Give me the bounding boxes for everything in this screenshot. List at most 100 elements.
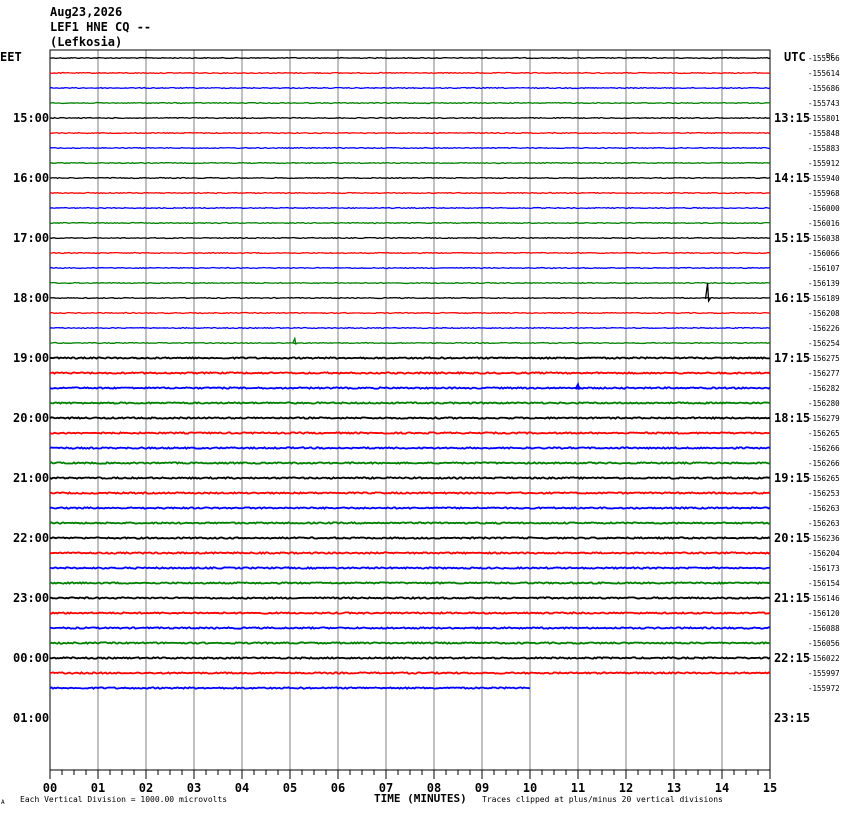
trace-offset-label: -155848 (808, 129, 840, 138)
right-hour-label: 23:15 (774, 711, 810, 725)
trace-offset-label: -156263 (808, 504, 840, 513)
trace-line (49, 476, 771, 480)
trace-offset-label: -156056 (808, 639, 840, 648)
trace-offset-label: -156204 (808, 549, 840, 558)
left-hour-label: 20:00 (13, 411, 49, 425)
x-tick-label: 04 (235, 781, 249, 795)
trace-offset-label: -156279 (808, 414, 840, 423)
trace-offset-label: -156208 (808, 309, 840, 318)
left-hour-label: 23:00 (13, 591, 49, 605)
trace-line (49, 611, 771, 615)
right-hour-label: 22:15 (774, 651, 810, 665)
right-hour-label: 13:15 (774, 111, 810, 125)
trace-offset-label: -156146 (808, 594, 840, 603)
trace-line (49, 206, 771, 210)
trace-offset-label: -156263 (808, 519, 840, 528)
trace-line (49, 146, 771, 150)
trace-line (49, 326, 771, 330)
right-hour-label: 18:15 (774, 411, 810, 425)
left-hour-label: 18:00 (13, 291, 49, 305)
trace-line (49, 236, 771, 240)
plot-frame (49, 49, 771, 771)
header-location: (Lefkosia) (50, 35, 122, 49)
trace-offset-label: -155912 (808, 159, 840, 168)
trace-line (49, 221, 771, 225)
trace-line (49, 336, 771, 345)
left-hour-label: 19:00 (13, 351, 49, 365)
trace-line (49, 311, 771, 315)
trace-line (49, 161, 771, 165)
footer-clip-note: Traces clipped at plus/minus 20 vertical… (482, 795, 723, 804)
trace-line (49, 282, 771, 303)
trace-line (49, 491, 771, 495)
right-hour-label: 21:15 (774, 591, 810, 605)
trace-offset-label: -156236 (808, 534, 840, 543)
right-hour-label: 17:15 (774, 351, 810, 365)
trace-line (49, 251, 771, 255)
footer-tiny-mark: A (1, 799, 5, 806)
trace-line (49, 446, 771, 450)
trace-offset-label: -155997 (808, 669, 840, 678)
trace-offset-label: -156266 (808, 444, 840, 453)
trace-offset-label: -155614 (808, 69, 840, 78)
right-hour-labels: 13:15 14:15 15:15 16:15 17:15 18:15 19:15 20:15… (774, 111, 810, 725)
trace-line (49, 401, 771, 405)
x-tick-label: 00 (43, 781, 57, 795)
trace-offset-label: -155940 (808, 174, 840, 183)
footer-scale-note: Each Vertical Division = 1000.00 microvo… (20, 795, 227, 804)
left-timezone-label: EET (0, 50, 22, 64)
trace-line (49, 116, 771, 120)
x-tick-label: 15 (763, 781, 777, 795)
x-tick-label: 13 (667, 781, 681, 795)
trace-offset-label: -156277 (808, 369, 840, 378)
trace-offset-label: -156088 (808, 624, 840, 633)
trace-line (49, 641, 771, 645)
trace-line (49, 266, 771, 270)
trace-offset-label: -156275 (808, 354, 840, 363)
trace-line (49, 56, 771, 60)
x-tick-label: 09 (475, 781, 489, 795)
left-hour-label: 15:00 (13, 111, 49, 125)
seismic-traces (49, 56, 771, 690)
trace-line (49, 416, 771, 420)
left-hour-label: 01:00 (13, 711, 49, 725)
trace-offset-label: -155801 (808, 114, 840, 123)
right-hour-label: 19:15 (774, 471, 810, 485)
right-hour-label: 14:15 (774, 171, 810, 185)
trace-line (49, 671, 771, 675)
trace-offset-label: -155972 (808, 684, 840, 693)
trace-offset-label: -156016 (808, 219, 840, 228)
trace-offset-label: -156253 (808, 489, 840, 498)
x-tick-label: 03 (187, 781, 201, 795)
trace-offset-label: -156038 (808, 234, 840, 243)
left-hour-labels: 15:00 16:00 17:00 18:00 19:00 20:00 21:00 22:00… (13, 111, 49, 725)
trace-offset-label: -156254 (808, 339, 840, 348)
trace-line (49, 581, 771, 585)
trace-offset-label: -156139 (808, 279, 840, 288)
trace-offset-label: -156120 (808, 609, 840, 618)
trace-offset-label: -156265 (808, 429, 840, 438)
trace-offset-label: -156280 (808, 399, 840, 408)
trace-line (49, 551, 771, 555)
trace-offset-label: -156189 (808, 294, 840, 303)
right-timezone-label: UTC (784, 50, 806, 64)
trace-line (49, 371, 771, 375)
right-hour-label: 16:15 (774, 291, 810, 305)
trace-line (49, 381, 771, 390)
trace-line (49, 71, 771, 75)
trace-line (50, 176, 771, 180)
trace-offset-label: -156266 (808, 459, 840, 468)
x-tick-label: 01 (91, 781, 105, 795)
x-tick-label: 14 (715, 781, 729, 795)
right-hour-label: 15:15 (774, 231, 810, 245)
trace-offset-label: -156226 (808, 324, 840, 333)
helicorder-chart: 15:00 16:00 17:00 18:00 19:00 20:00 21:00 22:00… (0, 5, 840, 806)
x-axis-title: TIME (MINUTES) (374, 792, 467, 805)
left-hour-label: 16:00 (13, 171, 49, 185)
trace-line (49, 131, 771, 135)
trace-offset-label: -156107 (808, 264, 840, 273)
trace-offset-labels: -155566 -155614 -155686 -155743 -155801 -1558… (808, 54, 840, 693)
trace-line (49, 596, 771, 600)
corner-mark: DC (826, 52, 834, 60)
trace-line (49, 101, 771, 105)
